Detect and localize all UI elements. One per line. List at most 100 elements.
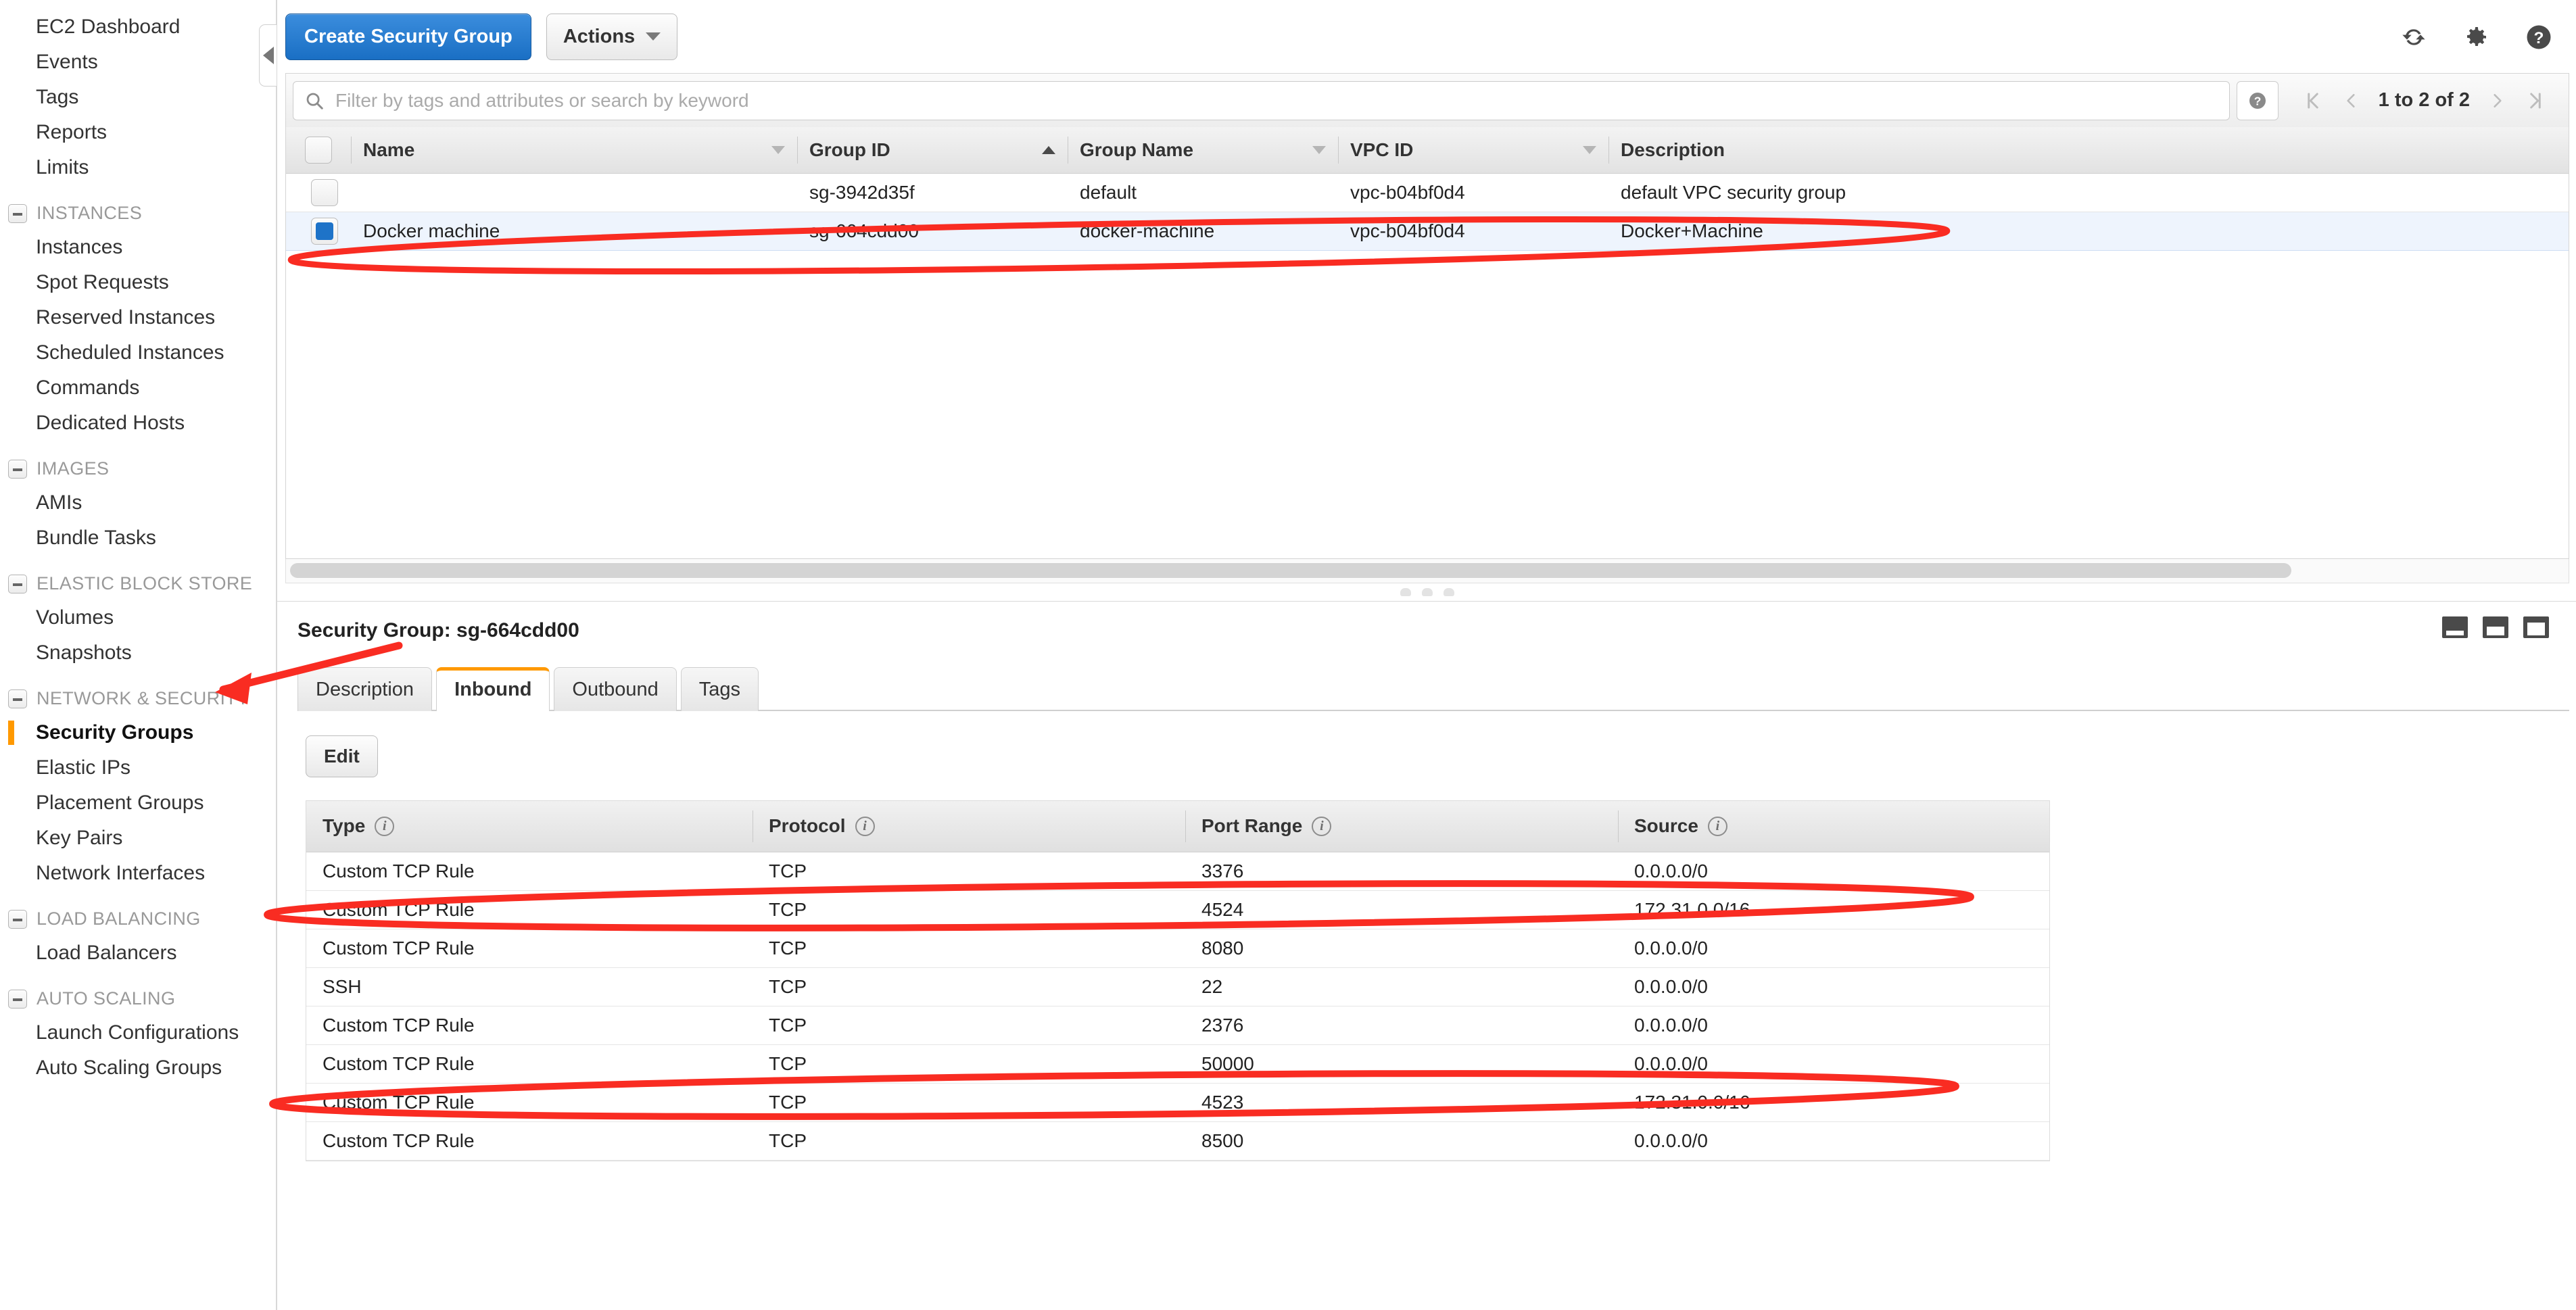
- sidebar-item-load-balancers[interactable]: Load Balancers: [0, 936, 276, 971]
- sidebar-item-launch-configurations[interactable]: Launch Configurations: [0, 1015, 276, 1050]
- select-all-checkbox[interactable]: [305, 136, 332, 164]
- page-last-icon[interactable]: [2525, 89, 2546, 112]
- sidebar-collapse-button[interactable]: [259, 24, 277, 87]
- column-header-vpc-id[interactable]: VPC ID: [1338, 127, 1608, 174]
- collapse-toggle-icon[interactable]: [8, 909, 27, 929]
- column-label: Group Name: [1080, 139, 1194, 160]
- cell-source: 0.0.0.0/0: [1618, 1044, 2049, 1084]
- column-header-description[interactable]: Description: [1608, 127, 2569, 174]
- collapse-toggle-icon[interactable]: [8, 203, 27, 223]
- sort-ascending-icon[interactable]: [1042, 145, 1055, 154]
- page-first-icon[interactable]: [2303, 89, 2323, 112]
- grip-dot-icon: [1444, 587, 1454, 596]
- sidebar-item-reports[interactable]: Reports: [0, 115, 276, 150]
- sidebar-section-label: NETWORK & SECURITY: [37, 688, 249, 708]
- table-horizontal-scrollbar[interactable]: [285, 558, 2569, 583]
- page-next-icon[interactable]: [2489, 89, 2506, 112]
- cell-description: Docker+Machine: [1608, 212, 2569, 251]
- column-label: Source: [1634, 815, 1698, 837]
- refresh-icon[interactable]: [2400, 24, 2427, 51]
- sidebar-item-commands[interactable]: Commands: [0, 370, 276, 406]
- cell-source: 0.0.0.0/0: [1618, 1121, 2049, 1161]
- column-header-port-range: Port Range i: [1185, 800, 1618, 852]
- sidebar-item-network-interfaces[interactable]: Network Interfaces: [0, 856, 276, 891]
- row-checkbox[interactable]: [311, 217, 338, 245]
- sidebar-item-limits[interactable]: Limits: [0, 150, 276, 185]
- cell-type: Custom TCP Rule: [306, 1121, 753, 1161]
- page-prev-icon[interactable]: [2342, 89, 2360, 112]
- column-label: Name: [363, 139, 415, 160]
- row-select-cell[interactable]: [286, 212, 351, 251]
- cell-source: 0.0.0.0/0: [1618, 929, 2049, 968]
- column-header-group-name[interactable]: Group Name: [1068, 127, 1338, 174]
- sidebar-item-amis[interactable]: AMIs: [0, 485, 276, 520]
- tab-outbound[interactable]: Outbound: [554, 666, 677, 711]
- sidebar-section-auto-scaling[interactable]: AUTO SCALING: [0, 971, 276, 1015]
- sidebar-section-images[interactable]: IMAGES: [0, 441, 276, 485]
- panel-medium-icon[interactable]: [2483, 616, 2508, 638]
- sidebar-section-instances[interactable]: INSTANCES: [0, 185, 276, 230]
- search-input[interactable]: Filter by tags and attributes or search …: [293, 80, 2230, 120]
- row-checkbox[interactable]: [311, 178, 338, 206]
- sidebar-item-bundle-tasks[interactable]: Bundle Tasks: [0, 520, 276, 556]
- column-header-name[interactable]: Name: [351, 127, 797, 174]
- sort-descending-icon[interactable]: [1583, 145, 1596, 154]
- panel-resize-handle[interactable]: [285, 583, 2569, 601]
- sidebar-section-elastic-block-store[interactable]: ELASTIC BLOCK STORE: [0, 556, 276, 600]
- column-header-group-id[interactable]: Group ID: [797, 127, 1068, 174]
- sidebar-item-instances[interactable]: Instances: [0, 230, 276, 265]
- panel-large-icon[interactable]: [2523, 616, 2549, 638]
- collapse-toggle-icon[interactable]: [8, 689, 27, 708]
- cell-type: SSH: [306, 967, 753, 1006]
- sidebar-item-ec2-dashboard[interactable]: EC2 Dashboard: [0, 9, 276, 45]
- sidebar-item-volumes[interactable]: Volumes: [0, 600, 276, 635]
- tab-tags[interactable]: Tags: [680, 666, 759, 711]
- sidebar-item-reserved-instances[interactable]: Reserved Instances: [0, 300, 276, 335]
- cell-protocol: TCP: [753, 890, 1185, 929]
- detail-panel-title: Security Group: sg-664cdd00: [297, 618, 579, 641]
- sidebar-item-elastic-ips[interactable]: Elastic IPs: [0, 750, 276, 785]
- sidebar-item-events[interactable]: Events: [0, 45, 276, 80]
- sidebar-item-key-pairs[interactable]: Key Pairs: [0, 821, 276, 856]
- help-icon[interactable]: ?: [2525, 23, 2553, 51]
- table-row[interactable]: sg-3942d35f default vpc-b04bf0d4 default…: [286, 173, 2569, 212]
- create-security-group-button[interactable]: Create Security Group: [285, 13, 531, 60]
- tab-description[interactable]: Description: [297, 666, 433, 711]
- sidebar-item-placement-groups[interactable]: Placement Groups: [0, 785, 276, 821]
- pagination-range: 1 to 2 of 2: [2378, 89, 2470, 111]
- sidebar-item-tags[interactable]: Tags: [0, 80, 276, 115]
- edit-button[interactable]: Edit: [306, 735, 378, 777]
- sidebar-section-network-security[interactable]: NETWORK & SECURITY: [0, 671, 276, 715]
- gear-icon[interactable]: [2462, 24, 2489, 51]
- column-label: Type: [323, 815, 366, 837]
- page-toolbar: Create Security Group Actions ?: [277, 0, 2576, 73]
- info-icon[interactable]: i: [855, 816, 875, 836]
- help-icon: ?: [2249, 92, 2266, 109]
- cell-type: Custom TCP Rule: [306, 1044, 753, 1084]
- scrollbar-thumb[interactable]: [290, 563, 2292, 578]
- actions-button[interactable]: Actions: [546, 13, 678, 60]
- sidebar-item-auto-scaling-groups[interactable]: Auto Scaling Groups: [0, 1050, 276, 1086]
- sort-descending-icon[interactable]: [771, 145, 785, 154]
- collapse-toggle-icon[interactable]: [8, 459, 27, 479]
- collapse-toggle-icon[interactable]: [8, 989, 27, 1009]
- sort-descending-icon[interactable]: [1312, 145, 1326, 154]
- sidebar-section-load-balancing[interactable]: LOAD BALANCING: [0, 891, 276, 936]
- sidebar-item-snapshots[interactable]: Snapshots: [0, 635, 276, 671]
- info-icon[interactable]: i: [1312, 816, 1332, 836]
- row-select-cell[interactable]: [286, 173, 351, 212]
- sidebar-item-security-groups[interactable]: Security Groups: [0, 715, 276, 750]
- sidebar-item-scheduled-instances[interactable]: Scheduled Instances: [0, 335, 276, 370]
- tab-inbound[interactable]: Inbound: [436, 666, 550, 712]
- info-icon[interactable]: i: [1707, 816, 1727, 836]
- select-all-header[interactable]: [286, 127, 351, 174]
- info-icon[interactable]: i: [375, 816, 395, 836]
- table-row[interactable]: Docker machine sg-664cdd00 docker-machin…: [286, 212, 2569, 251]
- sidebar-item-spot-requests[interactable]: Spot Requests: [0, 265, 276, 300]
- collapse-toggle-icon[interactable]: [8, 574, 27, 593]
- filter-help-button[interactable]: ?: [2236, 80, 2279, 120]
- panel-small-icon[interactable]: [2442, 616, 2468, 638]
- sidebar-item-dedicated-hosts[interactable]: Dedicated Hosts: [0, 406, 276, 441]
- svg-text:?: ?: [2534, 29, 2544, 47]
- cell-group-id: sg-664cdd00: [797, 212, 1068, 251]
